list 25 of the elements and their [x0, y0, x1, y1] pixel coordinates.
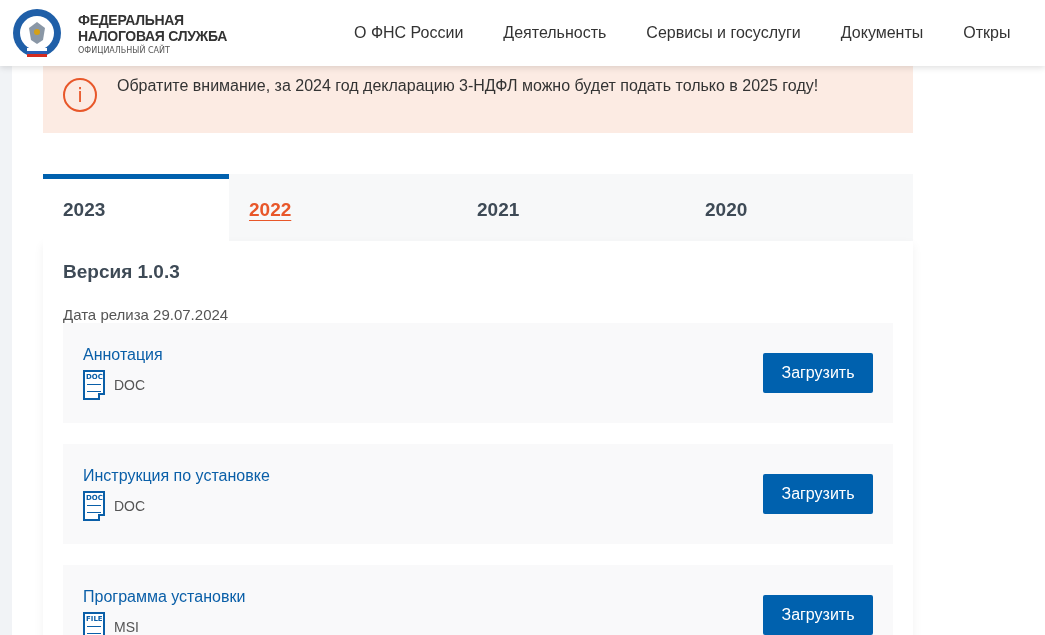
file-format: DOC — [114, 377, 146, 393]
file-link[interactable]: Аннотация — [83, 346, 163, 364]
download-button[interactable]: Загрузить — [763, 474, 873, 514]
nav-link[interactable]: Откры — [963, 24, 1011, 42]
file-link[interactable]: Инструкция по установке — [83, 467, 270, 485]
year-tab[interactable]: 2023 — [43, 174, 229, 241]
version-title: Версия 1.0.3 — [63, 261, 181, 283]
year-tab[interactable]: 2021 — [457, 174, 685, 241]
download-button[interactable]: Загрузить — [763, 595, 873, 635]
file-format: DOC — [114, 498, 146, 514]
nav-link[interactable]: Сервисы и госуслуги — [646, 24, 801, 42]
site-title[interactable]: ФЕДЕРАЛЬНАЯ — [78, 11, 227, 28]
download-button[interactable]: Загрузить — [763, 353, 873, 393]
nav-link[interactable]: Документы — [840, 24, 924, 42]
file-format: MSI — [114, 619, 139, 635]
nav-link[interactable]: О ФНС России — [354, 24, 464, 42]
nav-link[interactable]: Деятельность — [503, 24, 607, 42]
release-date: Дата релиза 29.07.2024 — [63, 306, 230, 323]
notice-text: Обратите внимание, за 2024 год декларацию 3-НДФЛ можно будет подать только в 2025 году! — [117, 77, 819, 95]
site-title[interactable]: НАЛОГОВАЯ СЛУЖБА — [78, 27, 227, 44]
emblem-icon[interactable] — [12, 8, 62, 58]
site-subtitle: ОФИЦИАЛЬНЫЙ САЙТ — [78, 45, 171, 55]
year-tab[interactable]: 2020 — [685, 174, 913, 241]
file-link[interactable]: Программа установки — [83, 588, 246, 606]
info-icon: i — [63, 78, 97, 112]
